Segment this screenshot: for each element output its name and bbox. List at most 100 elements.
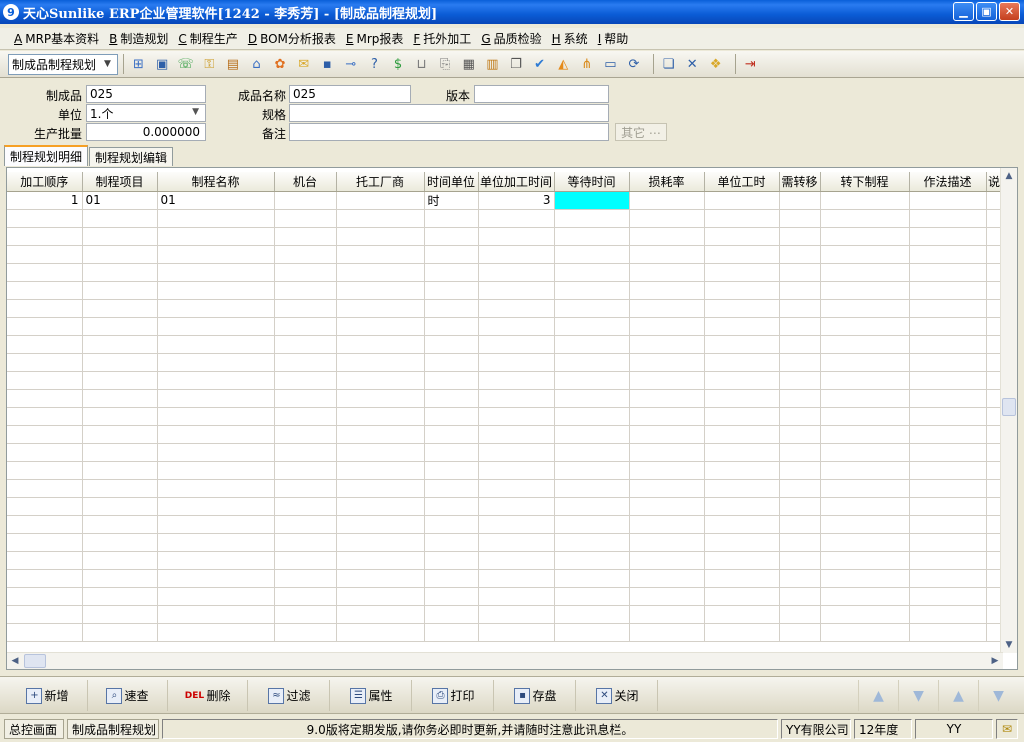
table-cell[interactable] bbox=[478, 245, 555, 264]
tree-icon[interactable]: ⊞ bbox=[129, 55, 148, 74]
check-icon[interactable]: ✔ bbox=[530, 55, 549, 74]
phone-icon[interactable]: ☏ bbox=[176, 55, 195, 74]
table-cell[interactable] bbox=[629, 587, 705, 606]
table-cell[interactable] bbox=[820, 605, 910, 624]
table-row[interactable] bbox=[7, 245, 1003, 264]
table-cell[interactable] bbox=[274, 443, 337, 462]
scroll-down-icon[interactable]: ▼ bbox=[1001, 637, 1017, 653]
table-cell[interactable] bbox=[336, 227, 425, 246]
cabinet-icon[interactable]: ▥ bbox=[483, 55, 502, 74]
table-cell[interactable] bbox=[478, 497, 555, 516]
table-cell[interactable] bbox=[704, 443, 780, 462]
table-cell[interactable] bbox=[478, 461, 555, 480]
column-header[interactable]: 单位工时 bbox=[704, 172, 780, 192]
table-cell[interactable] bbox=[424, 263, 479, 282]
table-cell[interactable] bbox=[820, 389, 910, 408]
table-cell[interactable] bbox=[704, 605, 780, 624]
table-cell[interactable] bbox=[274, 335, 337, 354]
table-cell[interactable] bbox=[274, 281, 337, 300]
table-cell[interactable] bbox=[909, 407, 987, 426]
table-cell[interactable] bbox=[157, 569, 275, 588]
table-cell[interactable] bbox=[704, 461, 780, 480]
table-cell[interactable] bbox=[478, 425, 555, 444]
table-cell[interactable] bbox=[424, 281, 479, 300]
table-cell[interactable] bbox=[820, 407, 910, 426]
table-cell[interactable] bbox=[274, 479, 337, 498]
book-icon[interactable]: ▪ bbox=[318, 55, 337, 74]
table-cell[interactable] bbox=[704, 587, 780, 606]
delete-button[interactable]: DEL 删除 bbox=[168, 680, 248, 711]
table-cell[interactable] bbox=[274, 263, 337, 282]
table-row[interactable] bbox=[7, 371, 1003, 390]
table-cell[interactable] bbox=[7, 479, 83, 498]
version-field[interactable] bbox=[474, 85, 609, 103]
table-cell[interactable] bbox=[909, 569, 987, 588]
table-row[interactable] bbox=[7, 515, 1003, 534]
table-cell[interactable] bbox=[478, 479, 555, 498]
table-cell[interactable] bbox=[336, 407, 425, 426]
table-cell[interactable] bbox=[157, 227, 275, 246]
table-cell[interactable] bbox=[704, 263, 780, 282]
table-cell[interactable] bbox=[909, 281, 987, 300]
bell-icon[interactable]: ◭ bbox=[554, 55, 573, 74]
table-cell[interactable] bbox=[336, 263, 425, 282]
table-cell[interactable] bbox=[909, 317, 987, 336]
table-cell[interactable] bbox=[820, 353, 910, 372]
table-cell[interactable] bbox=[909, 245, 987, 264]
table-cell[interactable] bbox=[424, 209, 479, 228]
table-cell[interactable]: 1 bbox=[7, 191, 83, 210]
table-cell[interactable] bbox=[157, 425, 275, 444]
table-cell[interactable] bbox=[274, 371, 337, 390]
lock-icon[interactable]: ⚿ bbox=[200, 55, 219, 74]
table-cell[interactable] bbox=[478, 209, 555, 228]
table-cell[interactable] bbox=[336, 533, 425, 552]
table-cell[interactable] bbox=[82, 227, 158, 246]
table-cell[interactable] bbox=[909, 443, 987, 462]
table-cell[interactable] bbox=[554, 317, 630, 336]
table-row[interactable] bbox=[7, 551, 1003, 570]
key-icon[interactable]: ⊸ bbox=[341, 55, 360, 74]
table-cell[interactable] bbox=[82, 551, 158, 570]
table-cell[interactable] bbox=[82, 533, 158, 552]
table-cell[interactable] bbox=[704, 335, 780, 354]
vertical-scrollbar[interactable]: ▲ ▼ bbox=[1000, 168, 1017, 653]
table-cell[interactable] bbox=[704, 551, 780, 570]
status-current-tab[interactable]: 制成品制程规划 bbox=[67, 719, 159, 739]
table-row[interactable] bbox=[7, 335, 1003, 354]
table-cell[interactable] bbox=[554, 623, 630, 642]
table-cell[interactable] bbox=[157, 245, 275, 264]
table-cell[interactable] bbox=[820, 497, 910, 516]
table-cell[interactable] bbox=[336, 461, 425, 480]
table-cell[interactable] bbox=[157, 605, 275, 624]
table-cell[interactable] bbox=[779, 569, 821, 588]
table-cell[interactable] bbox=[478, 587, 555, 606]
table-cell[interactable] bbox=[157, 461, 275, 480]
table-cell[interactable] bbox=[478, 551, 555, 570]
table-cell[interactable] bbox=[424, 371, 479, 390]
table-cell[interactable] bbox=[82, 623, 158, 642]
table-cell[interactable] bbox=[909, 227, 987, 246]
table-cell[interactable] bbox=[274, 515, 337, 534]
menu-item-g[interactable]: G 品质检验 bbox=[481, 30, 541, 47]
column-header[interactable]: 时间单位 bbox=[424, 172, 479, 192]
tab-process-detail[interactable]: 制程规划明细 bbox=[4, 145, 89, 166]
table-cell[interactable] bbox=[909, 515, 987, 534]
table-cell[interactable] bbox=[629, 533, 705, 552]
table-cell[interactable] bbox=[336, 587, 425, 606]
menu-item-a[interactable]: A MRP基本资料 bbox=[14, 30, 99, 47]
table-row[interactable] bbox=[7, 299, 1003, 318]
table-cell[interactable] bbox=[820, 371, 910, 390]
table-cell[interactable] bbox=[704, 299, 780, 318]
table-cell[interactable] bbox=[909, 335, 987, 354]
module-select[interactable]: 制成品制程规划 ▼ bbox=[8, 53, 118, 75]
table-cell[interactable] bbox=[274, 551, 337, 570]
column-header[interactable]: 作法描述 bbox=[909, 172, 987, 192]
table-cell[interactable] bbox=[157, 281, 275, 300]
table-cell[interactable] bbox=[7, 551, 83, 570]
table-cell[interactable] bbox=[7, 497, 83, 516]
table-cell[interactable] bbox=[7, 461, 83, 480]
table-cell[interactable] bbox=[157, 299, 275, 318]
previous-record-icon[interactable]: ▼ bbox=[898, 680, 938, 711]
chevron-down-icon[interactable]: ▼ bbox=[100, 56, 115, 73]
table-cell[interactable] bbox=[478, 263, 555, 282]
